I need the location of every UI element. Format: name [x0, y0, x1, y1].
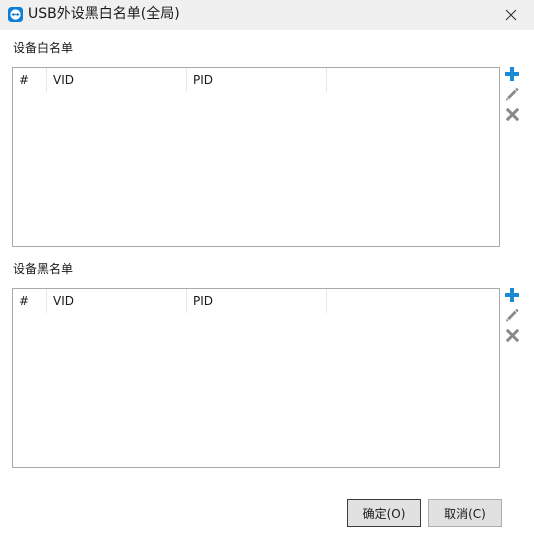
whitelist-toolbar [504, 66, 522, 126]
column-header-empty [327, 68, 499, 92]
cancel-button[interactable]: 取消(C) [428, 499, 502, 527]
blacklist-label: 设备黑名单 [13, 262, 74, 276]
column-header-vid[interactable]: VID [47, 289, 187, 313]
whitelist-add-button[interactable] [504, 66, 520, 82]
ok-button[interactable]: 确定(O) [347, 499, 421, 527]
column-header-empty [327, 289, 499, 313]
whitelist-edit-button[interactable] [504, 86, 520, 102]
plus-icon [505, 67, 519, 81]
blacklist-toolbar [504, 287, 522, 347]
whitelist-table-header: # VID PID [13, 68, 499, 92]
blacklist-add-button[interactable] [504, 287, 520, 303]
close-icon [505, 9, 517, 21]
blacklist-delete-button[interactable] [504, 327, 520, 343]
blacklist-table-header: # VID PID [13, 289, 499, 313]
column-header-pid[interactable]: PID [187, 68, 327, 92]
whitelist-delete-button[interactable] [504, 106, 520, 122]
pencil-icon [505, 87, 519, 101]
app-logo-icon [8, 7, 23, 22]
window-title: USB外设黑白名单(全局) [28, 6, 180, 22]
plus-icon [505, 288, 519, 302]
close-button[interactable] [488, 0, 534, 30]
pencil-icon [505, 308, 519, 322]
blacklist-table[interactable]: # VID PID [12, 288, 500, 468]
column-header-index[interactable]: # [13, 68, 47, 92]
x-icon [505, 328, 519, 342]
title-bar: USB外设黑白名单(全局) [0, 0, 534, 30]
column-header-vid[interactable]: VID [47, 68, 187, 92]
blacklist-edit-button[interactable] [504, 307, 520, 323]
whitelist-table[interactable]: # VID PID [12, 67, 500, 247]
column-header-index[interactable]: # [13, 289, 47, 313]
column-header-pid[interactable]: PID [187, 289, 327, 313]
x-icon [505, 107, 519, 121]
whitelist-label: 设备白名单 [13, 41, 74, 55]
